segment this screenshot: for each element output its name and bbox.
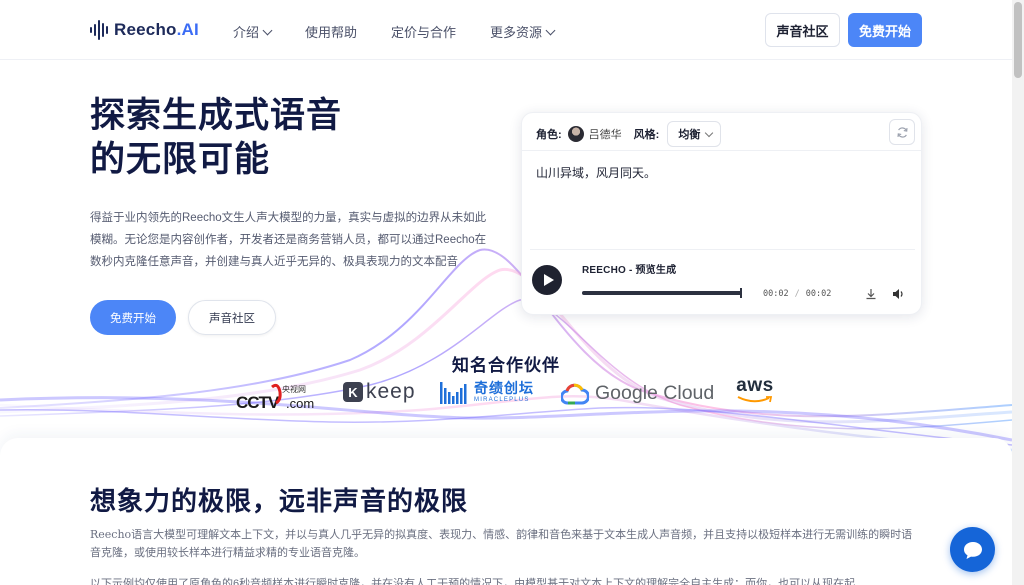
current-time: 00:02	[763, 289, 789, 299]
reecho-logo[interactable]: Reecho.AI	[90, 19, 199, 41]
hero-start-free-button[interactable]: 免费开始	[90, 300, 176, 335]
hero-voice-community-button[interactable]: 声音社区	[188, 300, 276, 335]
partner-logos: 央视网 CCTV .com K keep 奇绩创坛 MIRACLEPLUS Go…	[236, 376, 776, 412]
download-icon[interactable]	[865, 288, 877, 300]
voice-name: 吕德华	[588, 129, 622, 141]
nav-item-intro[interactable]: 介绍	[233, 22, 273, 41]
refresh-button[interactable]	[889, 119, 915, 145]
cctv-logo: 央视网 CCTV .com	[236, 383, 314, 410]
miracleplus-bars-icon	[440, 382, 467, 404]
start-free-button[interactable]: 免费开始	[848, 13, 922, 47]
svg-text:CCTV: CCTV	[236, 393, 280, 410]
chat-button[interactable]	[950, 527, 995, 572]
voice-selector[interactable]: 吕德华	[566, 124, 628, 144]
audio-time: 00:02 / 00:02	[763, 289, 831, 299]
logo-text: Reecho.AI	[114, 20, 199, 39]
nav-item-help[interactable]: 使用帮助	[305, 22, 357, 41]
demo-controls: 角色: 吕德华 风格: 均衡	[536, 121, 722, 147]
chevron-down-icon	[262, 25, 273, 35]
tts-input-text[interactable]: 山川异域，风月同天。	[536, 164, 656, 181]
miracleplus-logo: 奇绩创坛 MIRACLEPLUS	[440, 380, 534, 404]
style-value: 均衡	[678, 129, 701, 141]
time-separator: /	[794, 289, 800, 299]
volume-icon[interactable]	[892, 288, 905, 300]
chevron-down-icon	[545, 25, 556, 35]
aws-text: aws	[736, 375, 774, 396]
style-label: 风格:	[633, 129, 660, 141]
duration: 00:02	[805, 289, 832, 299]
keep-logo: K keep	[343, 380, 416, 404]
player-divider	[530, 249, 915, 250]
google-cloud-icon	[561, 383, 589, 404]
aws-smile-icon	[737, 396, 773, 403]
main-nav: 介绍 使用帮助 定价与合作 更多资源	[233, 22, 588, 41]
google-cloud-text: Google Cloud	[595, 382, 715, 404]
google-cloud-logo: Google Cloud	[561, 382, 714, 405]
hero-title: 探索生成式语音 的无限可能	[90, 96, 343, 179]
nav-item-resources[interactable]: 更多资源	[490, 22, 556, 41]
audio-progress-handle[interactable]	[740, 288, 742, 298]
aws-logo: aws	[736, 376, 774, 405]
refresh-icon	[896, 126, 908, 138]
play-button[interactable]	[532, 265, 562, 295]
audio-progress-fill	[582, 291, 742, 295]
partners-title: 知名合作伙伴	[452, 356, 560, 375]
section-title: 想象力的极限，远非声音的极限	[90, 486, 469, 516]
scrollbar-thumb[interactable]	[1014, 2, 1022, 78]
svg-text:.com: .com	[286, 396, 314, 410]
top-navbar: Reecho.AI 介绍 使用帮助 定价与合作 更多资源 声音社区 免费开始	[0, 0, 1012, 60]
style-select[interactable]: 均衡	[667, 121, 722, 147]
audio-progress-bar[interactable]	[582, 288, 742, 298]
player-title: REECHO - 预览生成	[582, 265, 677, 276]
card-divider	[522, 150, 921, 151]
vertical-scrollbar[interactable]	[1012, 0, 1024, 585]
section-description: Reecho语言大模型可理解文本上下文，并以与真人几乎无异的拟真度、表现力、情感…	[90, 528, 913, 559]
voice-avatar	[567, 126, 584, 142]
voice-community-button[interactable]: 声音社区	[765, 13, 840, 47]
chevron-down-icon	[705, 128, 714, 137]
keep-text: keep	[366, 380, 416, 403]
hero-description: 得益于业内领先的Reecho文生人声大模型的力量，真实与虚拟的边界从未如此模糊。…	[90, 212, 487, 268]
feature-section: 想象力的极限，远非声音的极限 Reecho语言大模型可理解文本上下文，并以与真人…	[0, 438, 1012, 585]
chat-icon	[963, 541, 982, 559]
play-icon	[543, 274, 554, 286]
miracle-cn: 奇绩创坛	[474, 380, 534, 396]
tts-demo-card: 角色: 吕德华 风格: 均衡 山川异域，风月同天。 REECHO - 预览生成 …	[521, 112, 922, 315]
keep-mark: K	[343, 382, 363, 402]
section-more-text: 以下示例均仅使用了原角色的6秒音频样本进行瞬时克隆，并在没有人工干预的情况下，由…	[90, 578, 856, 585]
miracle-en: MIRACLEPLUS	[474, 397, 530, 403]
logo-waveform-icon	[90, 19, 108, 41]
nav-item-pricing[interactable]: 定价与合作	[391, 22, 456, 41]
role-label: 角色:	[536, 129, 562, 141]
svg-text:央视网: 央视网	[282, 384, 306, 394]
